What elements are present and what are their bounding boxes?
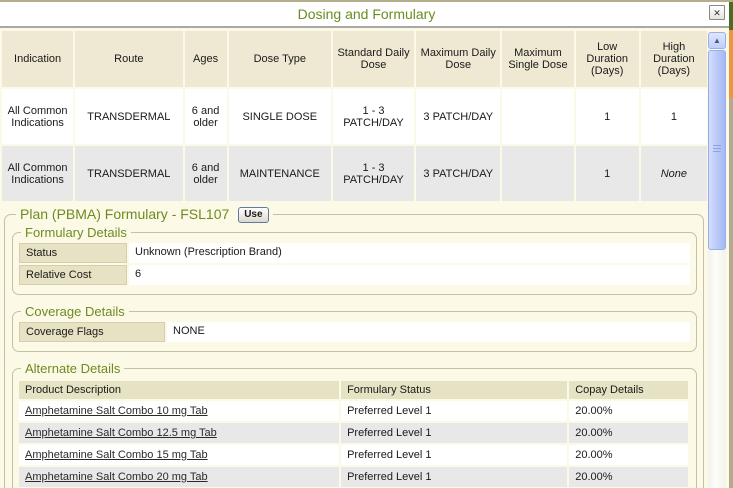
relative-cost-label: Relative Cost <box>19 265 127 285</box>
product-link[interactable]: Amphetamine Salt Combo 12.5 mg Tab <box>25 427 217 439</box>
scroll-up-icon: ▲ <box>713 36 721 45</box>
col-header-standard-daily-dose: Standard Daily Dose <box>333 31 414 87</box>
status-value: Unknown (Prescription Brand) <box>129 243 690 263</box>
cell-high-duration: 1 <box>641 89 707 144</box>
cell-dose-type: SINGLE DOSE <box>229 89 331 144</box>
alternate-row: Amphetamine Salt Combo 10 mg Tab Preferr… <box>19 401 690 421</box>
cell-ages: 6 and older <box>185 89 227 144</box>
plan-formulary-section: Plan (PBMA) Formulary - FSL107 Use Formu… <box>4 206 704 488</box>
plan-formulary-legend: Plan (PBMA) Formulary - FSL107 Use <box>16 206 273 223</box>
formulary-status-cell: Preferred Level 1 <box>341 445 569 465</box>
scrollbar-up-button[interactable]: ▲ <box>708 32 726 49</box>
formulary-status-cell: Preferred Level 1 <box>341 401 569 421</box>
cell-maximum-single-dose <box>502 89 573 144</box>
dosing-row-maintenance: All Common Indications TRANSDERMAL 6 and… <box>2 146 707 201</box>
scrollbar-grip-icon <box>713 145 721 154</box>
dosing-formulary-dialog: Dosing and Formulary ✕ Indication Route … <box>0 0 733 488</box>
col-header-maximum-daily-dose: Maximum Daily Dose <box>416 31 500 87</box>
cell-indication: All Common Indications <box>2 89 73 144</box>
col-header-low-duration: Low Duration (Days) <box>576 31 639 87</box>
col-header-copay-details: Copay Details <box>569 381 690 399</box>
col-header-formulary-status: Formulary Status <box>341 381 569 399</box>
formulary-details-legend: Formulary Details <box>21 225 131 240</box>
cell-ages: 6 and older <box>185 146 227 201</box>
coverage-flags-row: Coverage Flags NONE <box>19 322 690 342</box>
alternate-details-legend: Alternate Details <box>21 361 124 376</box>
formulary-details-section: Formulary Details Status Unknown (Prescr… <box>12 225 697 295</box>
coverage-flags-label: Coverage Flags <box>19 322 165 342</box>
dosing-table: Indication Route Ages Dose Type Standard… <box>0 29 709 203</box>
formulary-status-cell: Preferred Level 1 <box>341 423 569 443</box>
col-header-maximum-single-dose: Maximum Single Dose <box>502 31 573 87</box>
status-label: Status <box>19 243 127 263</box>
dosing-header-row: Indication Route Ages Dose Type Standard… <box>2 31 707 87</box>
edge-strip-tan <box>729 98 733 488</box>
product-link[interactable]: Amphetamine Salt Combo 10 mg Tab <box>25 405 208 417</box>
cell-high-duration: None <box>641 146 707 201</box>
coverage-details-section: Coverage Details Coverage Flags NONE <box>12 304 697 352</box>
use-button[interactable]: Use <box>238 207 268 223</box>
product-link[interactable]: Amphetamine Salt Combo 20 mg Tab <box>25 471 208 483</box>
col-header-indication: Indication <box>2 31 73 87</box>
edge-strip-orange <box>729 30 733 98</box>
col-header-high-duration: High Duration (Days) <box>641 31 707 87</box>
col-header-dose-type: Dose Type <box>229 31 331 87</box>
cell-route: TRANSDERMAL <box>75 146 182 201</box>
dosing-row-single-dose: All Common Indications TRANSDERMAL 6 and… <box>2 89 707 144</box>
close-button[interactable]: ✕ <box>709 5 725 20</box>
scrollbar-thumb[interactable] <box>708 50 726 250</box>
cell-low-duration: 1 <box>576 89 639 144</box>
dialog-title: Dosing and Formulary <box>0 2 733 26</box>
alternate-row: Amphetamine Salt Combo 15 mg Tab Preferr… <box>19 445 690 465</box>
col-header-product-description: Product Description <box>19 381 341 399</box>
coverage-flags-value: NONE <box>167 322 690 342</box>
alternate-details-section: Alternate Details Product Description Fo… <box>12 361 697 488</box>
col-header-route: Route <box>75 31 182 87</box>
status-row: Status Unknown (Prescription Brand) <box>19 243 690 263</box>
alternate-header-row: Product Description Formulary Status Cop… <box>19 381 690 399</box>
cell-low-duration: 1 <box>576 146 639 201</box>
cell-indication: All Common Indications <box>2 146 73 201</box>
col-header-ages: Ages <box>185 31 227 87</box>
plan-formulary-title: Plan (PBMA) Formulary - FSL107 <box>20 206 229 222</box>
coverage-details-legend: Coverage Details <box>21 304 129 319</box>
cell-dose-type: MAINTENANCE <box>229 146 331 201</box>
relative-cost-row: Relative Cost 6 <box>19 265 690 285</box>
formulary-status-cell: Preferred Level 1 <box>341 467 569 487</box>
titlebar: Dosing and Formulary ✕ <box>0 2 733 28</box>
copay-cell: 20.00% <box>569 401 690 421</box>
cell-maximum-daily-dose: 3 PATCH/DAY <box>416 89 500 144</box>
copay-cell: 20.00% <box>569 467 690 487</box>
cell-maximum-daily-dose: 3 PATCH/DAY <box>416 146 500 201</box>
close-icon: ✕ <box>713 8 721 18</box>
cell-route: TRANSDERMAL <box>75 89 182 144</box>
edge-strip-green <box>729 2 733 30</box>
cell-standard-daily-dose: 1 - 3 PATCH/DAY <box>333 146 414 201</box>
copay-cell: 20.00% <box>569 423 690 443</box>
alternate-details-table: Product Description Formulary Status Cop… <box>19 379 690 488</box>
cell-standard-daily-dose: 1 - 3 PATCH/DAY <box>333 89 414 144</box>
vertical-scrollbar[interactable]: ▲ <box>708 32 726 488</box>
product-link[interactable]: Amphetamine Salt Combo 15 mg Tab <box>25 449 208 461</box>
alternate-row: Amphetamine Salt Combo 20 mg Tab Preferr… <box>19 467 690 487</box>
relative-cost-value: 6 <box>129 265 690 285</box>
alternate-row: Amphetamine Salt Combo 12.5 mg Tab Prefe… <box>19 423 690 443</box>
copay-cell: 20.00% <box>569 445 690 465</box>
cell-maximum-single-dose <box>502 146 573 201</box>
